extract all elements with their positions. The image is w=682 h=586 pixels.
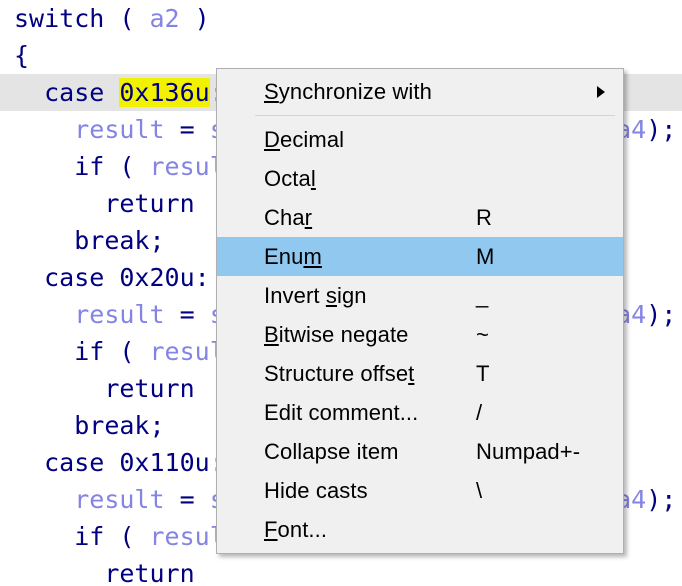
menu-item-shortcut: M <box>476 244 495 269</box>
code-token: case <box>44 448 120 477</box>
menu-item-hide-casts[interactable]: Hide casts \ <box>217 471 623 510</box>
code-token: 0x110u <box>119 448 210 477</box>
code-token: = <box>164 115 210 144</box>
menu-item-structure-offset[interactable]: Structure offset T <box>217 354 623 393</box>
menu-item-octal[interactable]: Octal <box>217 159 623 198</box>
menu-item-label: Decimal <box>264 127 345 152</box>
code-token: return <box>104 559 195 586</box>
menu-item-label: Bitwise negate <box>264 322 409 347</box>
code-token: if <box>74 152 120 181</box>
code-token: : <box>194 263 210 292</box>
code-token: result <box>74 300 165 329</box>
code-token: a2 <box>149 4 180 33</box>
menu-item-char[interactable]: Char R <box>217 198 623 237</box>
code-token: break; <box>74 411 165 440</box>
menu-item-shortcut: R <box>476 205 492 230</box>
code-token: = <box>164 300 210 329</box>
menu-separator <box>255 115 615 116</box>
code-token: = <box>164 485 210 514</box>
menu-item-font[interactable]: Font... <box>217 510 623 549</box>
code-line[interactable]: switch ( a2 ) <box>0 0 682 37</box>
highlighted-token[interactable]: 0x136u <box>119 78 210 107</box>
code-token: if <box>74 337 120 366</box>
menu-item-invert-sign[interactable]: Invert sign _ <box>217 276 623 315</box>
code-token: case <box>44 263 120 292</box>
code-token: ) <box>179 4 210 33</box>
code-token: return <box>104 374 195 403</box>
code-token: break; <box>74 226 165 255</box>
menu-item-decimal[interactable]: Decimal <box>217 120 623 159</box>
menu-item-synchronize-with[interactable]: Synchronize with <box>217 72 623 111</box>
code-token: ); <box>646 115 677 144</box>
code-token: ); <box>646 485 677 514</box>
code-line[interactable]: return <box>0 555 682 586</box>
menu-item-label: Structure offset <box>264 361 415 386</box>
code-token: ( <box>119 4 150 33</box>
number-format-context-menu[interactable]: Synchronize with Decimal Octal Char R Enum M In… <box>216 68 624 554</box>
code-token: ( <box>119 522 150 551</box>
menu-item-label: Font... <box>264 517 328 542</box>
menu-item-bitwise-negate[interactable]: Bitwise negate ~ <box>217 315 623 354</box>
menu-item-label: Collapse item <box>264 439 399 464</box>
code-token: switch <box>14 4 120 33</box>
code-token: if <box>74 522 120 551</box>
menu-item-shortcut: \ <box>476 478 483 503</box>
menu-item-label: Invert sign <box>264 283 367 308</box>
menu-item-shortcut: T <box>476 361 490 386</box>
menu-item-collapse-item[interactable]: Collapse item Numpad+- <box>217 432 623 471</box>
menu-item-label: Synchronize with <box>264 79 432 104</box>
code-token: { <box>14 41 30 70</box>
code-token: result <box>74 485 165 514</box>
code-token: ); <box>646 300 677 329</box>
menu-item-edit-comment[interactable]: Edit comment... / <box>217 393 623 432</box>
menu-item-label: Octal <box>264 166 316 191</box>
menu-item-shortcut: Numpad+- <box>476 439 581 464</box>
code-token: case <box>44 78 120 107</box>
menu-item-shortcut: _ <box>476 283 489 308</box>
code-token: result <box>74 115 165 144</box>
menu-item-label: Edit comment... <box>264 400 419 425</box>
submenu-arrow-icon <box>597 85 605 98</box>
menu-item-shortcut: / <box>476 400 483 425</box>
menu-item-label: Enum <box>264 244 322 269</box>
menu-item-enum[interactable]: Enum M <box>217 237 623 276</box>
menu-item-label: Hide casts <box>264 478 368 503</box>
menu-item-shortcut: ~ <box>476 322 489 347</box>
code-token: 0x20u <box>119 263 195 292</box>
menu-item-label: Char <box>264 205 313 230</box>
code-token: return <box>104 189 195 218</box>
code-token: ( <box>119 337 150 366</box>
code-token: ( <box>119 152 150 181</box>
